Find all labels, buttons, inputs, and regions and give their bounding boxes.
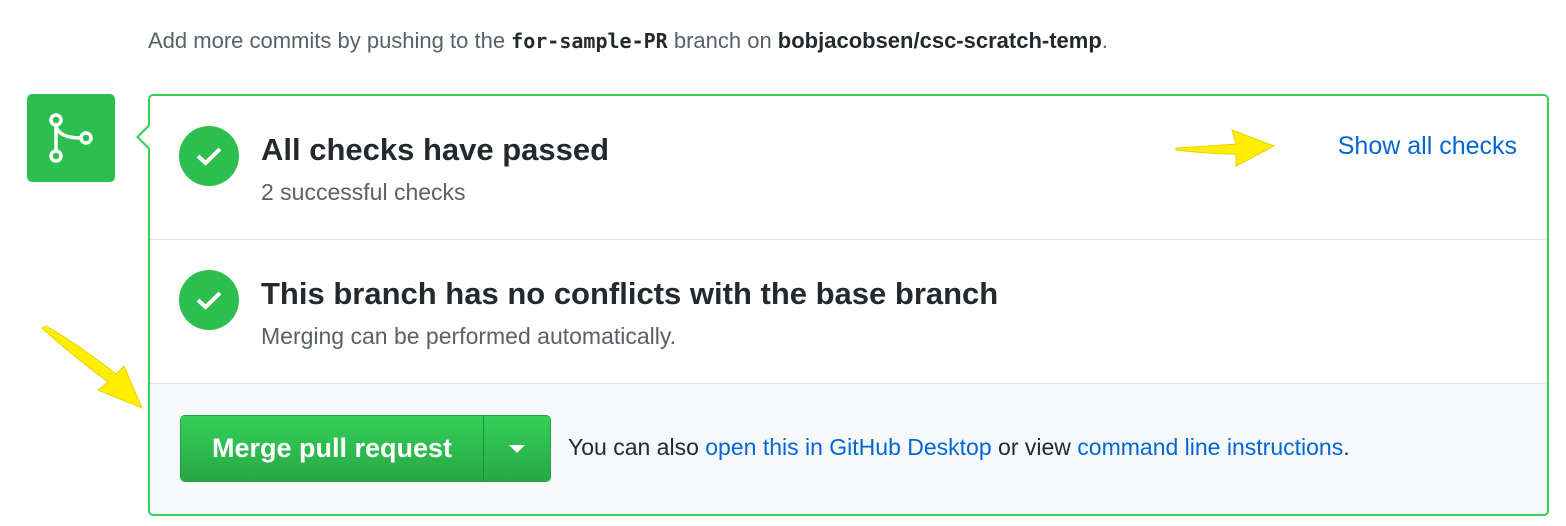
checks-subtitle: 2 successful checks [261,179,466,205]
checks-title: All checks have passed [261,132,610,167]
also-middle: or view [991,434,1078,460]
box-pointer-fill [139,126,150,148]
merge-pull-request-button[interactable]: Merge pull request [181,416,484,481]
conflicts-section: This branch has no conflicts with the ba… [150,240,1547,384]
check-icon [179,270,239,330]
merge-alternatives: You can also open this in GitHub Desktop… [568,434,1350,461]
git-merge-icon [27,94,115,182]
merge-section: Merge pull request You can also open thi… [150,384,1547,514]
hint-suffix: . [1101,28,1108,53]
yellow-arrow-icon [41,325,143,409]
merge-options-dropdown[interactable] [484,416,550,481]
check-icon [179,126,239,186]
repo-name: bobjacobsen/csc-scratch-temp [777,28,1102,53]
github-desktop-link[interactable]: open this in GitHub Desktop [705,434,991,460]
hint-prefix: Add more commits by pushing to the [148,28,512,53]
yellow-arrow-icon [1175,129,1276,167]
also-suffix: . [1343,434,1350,460]
show-all-checks-link[interactable]: Show all checks [1338,132,1517,161]
caret-down-icon [509,444,525,453]
conflicts-subtitle: Merging can be performed automatically. [261,323,677,349]
branch-name: for-sample-PR [511,29,668,53]
checks-section: All checks have passed 2 successful chec… [150,96,1547,240]
branch-hint: Add more commits by pushing to the for-s… [148,28,1108,54]
merge-status-box: All checks have passed 2 successful chec… [148,94,1549,516]
also-prefix: You can also [568,434,706,460]
conflicts-title: This branch has no conflicts with the ba… [261,276,999,311]
hint-middle: branch on [667,28,778,53]
command-line-instructions-link[interactable]: command line instructions [1077,434,1343,460]
merge-button-group: Merge pull request [180,415,551,482]
